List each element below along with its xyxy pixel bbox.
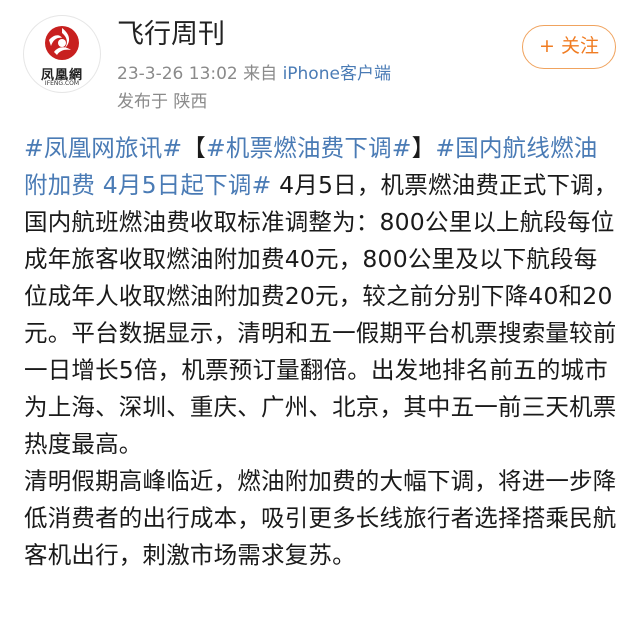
avatar[interactable]: 凤凰網 IFENG.COM bbox=[24, 16, 100, 92]
post-content: #凤凰网旅讯#【#机票燃油费下调#】#国内航线燃油附加费 4月5日起下调# 4月… bbox=[24, 130, 620, 574]
bracket-close: 】 bbox=[411, 134, 436, 162]
paragraph-1-body: 4月5日，机票燃油费正式下调，国内航班燃油费收取标准调整为：800公里以上航段每… bbox=[24, 171, 618, 458]
author-name[interactable]: 飞行周刊 bbox=[117, 18, 225, 52]
follow-button[interactable]: + 关注 bbox=[522, 25, 616, 69]
post-meta: 23-3-26 13:02 来自 iPhone客户端 bbox=[117, 62, 391, 86]
post-datetime: 23-3-26 13:02 bbox=[117, 64, 238, 84]
avatar-logo-subtext: IFENG.COM bbox=[44, 80, 80, 87]
client-link[interactable]: iPhone客户端 bbox=[283, 64, 391, 84]
bracket-open: 【 bbox=[182, 134, 206, 162]
topic-link-fuel-fee[interactable]: #机票燃油费下调# bbox=[206, 134, 412, 162]
post-paragraph-1: #凤凰网旅讯#【#机票燃油费下调#】#国内航线燃油附加费 4月5日起下调# 4月… bbox=[24, 130, 620, 463]
source-prefix: 来自 bbox=[243, 64, 278, 84]
post-paragraph-2: 清明假期高峰临近，燃油附加费的大幅下调，将进一步降低消费者的出行成本，吸引更多长… bbox=[24, 467, 617, 569]
post-location: 发布于 陕西 bbox=[117, 92, 208, 112]
topic-link-fenghuang-travel[interactable]: #凤凰网旅讯# bbox=[24, 134, 182, 162]
post-header: 凤凰網 IFENG.COM 飞行周刊 23-3-26 13:02 来自 iPho… bbox=[0, 0, 640, 128]
